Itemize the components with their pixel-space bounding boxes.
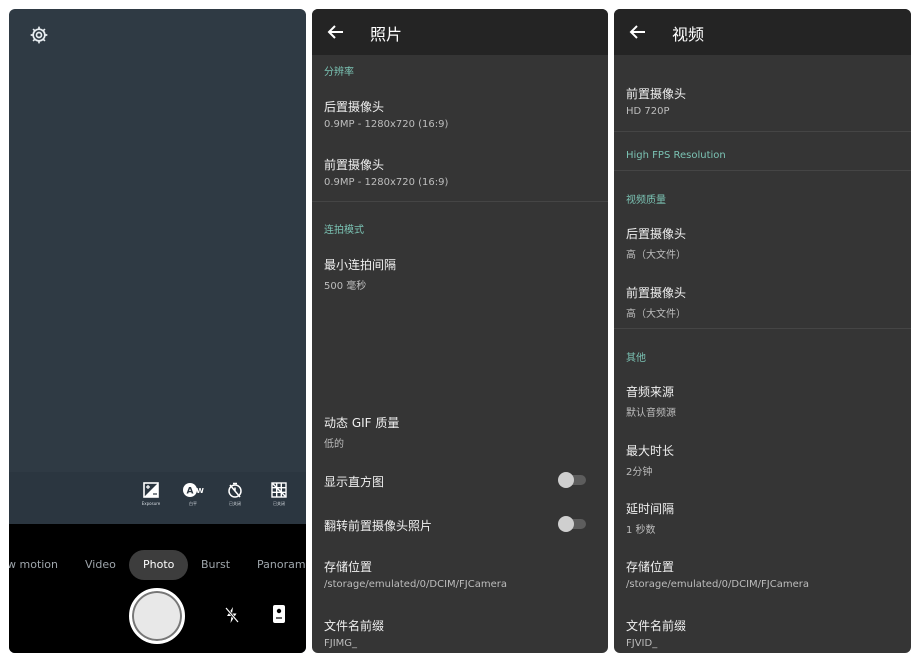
histogram-toggle[interactable] <box>558 472 586 488</box>
mirror-front-toggle[interactable] <box>558 516 586 532</box>
camera-tools-bar: Exposure A W 白平 已关闭 已关闭 <box>9 472 306 524</box>
setting-title: 最小连拍间隔 <box>324 258 397 272</box>
setting-value: 500 毫秒 <box>324 281 367 292</box>
mode-video[interactable]: Video <box>85 550 116 580</box>
setting-value: 0.9MP - 1280x720 (16:9) <box>324 119 449 130</box>
setting-show-histogram[interactable]: 显示直方图 <box>324 473 596 490</box>
timer-label: 已关闭 <box>229 501 241 506</box>
setting-storage-location[interactable]: 存储位置 /storage/emulated/0/DCIM/FJCamera <box>324 558 596 590</box>
mode-photo[interactable]: Photo <box>129 550 189 580</box>
timer-icon <box>228 482 242 498</box>
setting-title: 最大时长 <box>626 444 675 458</box>
setting-mirror-front-photo[interactable]: 翻转前置摄像头照片 <box>324 517 596 534</box>
svg-text:A: A <box>187 487 194 497</box>
exposure-icon <box>143 482 159 498</box>
setting-file-prefix[interactable]: 文件名前缀 FJVID_ <box>626 617 899 649</box>
white-balance-icon: A W <box>183 483 204 497</box>
toggle-knob <box>558 472 574 488</box>
setting-gif-quality[interactable]: 动态 GIF 质量 低的 <box>324 414 596 450</box>
grid-icon <box>271 482 287 498</box>
camera-screen: Exposure A W 白平 已关闭 已关闭 w motion Video P… <box>9 9 306 653</box>
switch-camera-icon[interactable] <box>272 604 286 628</box>
section-high-fps: High FPS Resolution <box>626 150 726 161</box>
setting-rear-camera-quality[interactable]: 后置摄像头 高（大文件） <box>626 225 899 261</box>
divider <box>614 328 911 329</box>
divider <box>614 170 911 171</box>
page-title: 视频 <box>672 25 705 44</box>
setting-rear-camera-resolution[interactable]: 后置摄像头 0.9MP - 1280x720 (16:9) <box>324 98 596 130</box>
app-bar: 照片 <box>312 9 608 55</box>
exposure-label: Exposure <box>141 501 161 506</box>
section-burst: 连拍模式 <box>324 225 364 236</box>
setting-value: 高（大文件） <box>626 250 686 261</box>
setting-title: 存储位置 <box>324 560 373 574</box>
timer-button[interactable]: 已关闭 <box>218 482 252 507</box>
setting-min-burst-interval[interactable]: 最小连拍间隔 500 毫秒 <box>324 256 596 292</box>
setting-title: 后置摄像头 <box>626 227 687 241</box>
section-video-quality: 视频质量 <box>626 195 666 206</box>
setting-title: 前置摄像头 <box>324 158 385 172</box>
photo-settings-screen: 照片 分辨率 后置摄像头 0.9MP - 1280x720 (16:9) 前置摄… <box>312 9 608 653</box>
setting-audio-source[interactable]: 音频来源 默认音频源 <box>626 383 899 419</box>
setting-value: HD 720P <box>626 106 670 117</box>
app-bar: 视频 <box>614 9 911 55</box>
svg-text:W: W <box>196 487 204 495</box>
setting-value: 高（大文件） <box>626 309 686 320</box>
setting-title: 文件名前缀 <box>626 619 687 633</box>
mode-slow-motion[interactable]: w motion <box>9 550 58 580</box>
shutter-button[interactable] <box>129 588 185 644</box>
divider <box>312 201 608 202</box>
setting-value: 低的 <box>324 439 344 450</box>
setting-value: /storage/emulated/0/DCIM/FJCamera <box>626 579 809 590</box>
setting-value: FJVID_ <box>626 638 658 649</box>
white-balance-label: 白平 <box>189 501 197 506</box>
gear-icon[interactable] <box>29 25 49 45</box>
exposure-button[interactable]: Exposure <box>134 482 168 506</box>
settings-list: 分辨率 后置摄像头 0.9MP - 1280x720 (16:9) 前置摄像头 … <box>312 55 608 653</box>
setting-title: 延时间隔 <box>626 502 675 516</box>
setting-title: 动态 GIF 质量 <box>324 416 400 430</box>
settings-list: 前置摄像头 HD 720P High FPS Resolution 视频质量 后… <box>614 55 911 653</box>
back-arrow-icon[interactable] <box>326 22 346 42</box>
video-settings-screen: 视频 前置摄像头 HD 720P High FPS Resolution 视频质… <box>614 9 911 653</box>
setting-title: 存储位置 <box>626 560 675 574</box>
flash-off-icon[interactable] <box>223 606 241 628</box>
grid-button[interactable]: 已关闭 <box>262 482 296 507</box>
grid-label: 已关闭 <box>273 501 285 506</box>
setting-storage-location[interactable]: 存储位置 /storage/emulated/0/DCIM/FJCamera <box>626 558 899 590</box>
setting-delay-interval[interactable]: 延时间隔 1 秒数 <box>626 500 899 536</box>
setting-title: 前置摄像头 <box>626 87 687 101</box>
setting-value: /storage/emulated/0/DCIM/FJCamera <box>324 579 507 590</box>
back-arrow-icon[interactable] <box>628 22 648 42</box>
mode-panorama[interactable]: Panorama <box>257 550 306 580</box>
setting-file-prefix[interactable]: 文件名前缀 FJIMG_ <box>324 617 596 649</box>
setting-title: 文件名前缀 <box>324 619 385 633</box>
setting-title: 后置摄像头 <box>324 100 385 114</box>
section-other: 其他 <box>626 353 646 364</box>
setting-title: 显示直方图 <box>324 475 385 489</box>
setting-value: 1 秒数 <box>626 525 656 536</box>
section-resolution: 分辨率 <box>324 67 354 78</box>
setting-value: 默认音频源 <box>626 408 676 419</box>
camera-controls: w motion Video Photo Burst Panorama <box>9 524 306 653</box>
white-balance-button[interactable]: A W 白平 <box>176 482 210 507</box>
setting-front-camera-resolution[interactable]: 前置摄像头 0.9MP - 1280x720 (16:9) <box>324 156 596 188</box>
setting-front-camera-quality[interactable]: 前置摄像头 高（大文件） <box>626 284 899 320</box>
setting-front-camera-video-resolution[interactable]: 前置摄像头 HD 720P <box>626 85 899 117</box>
setting-max-duration[interactable]: 最大时长 2分钟 <box>626 442 899 478</box>
page-title: 照片 <box>370 25 403 44</box>
setting-value: 0.9MP - 1280x720 (16:9) <box>324 177 449 188</box>
setting-title: 翻转前置摄像头照片 <box>324 519 433 533</box>
setting-value: FJIMG_ <box>324 638 358 649</box>
setting-title: 前置摄像头 <box>626 286 687 300</box>
mode-selector: w motion Video Photo Burst Panorama <box>9 550 306 580</box>
setting-value: 2分钟 <box>626 467 653 478</box>
setting-title: 音频来源 <box>626 385 675 399</box>
mode-burst[interactable]: Burst <box>201 550 230 580</box>
divider <box>614 131 911 132</box>
toggle-knob <box>558 516 574 532</box>
